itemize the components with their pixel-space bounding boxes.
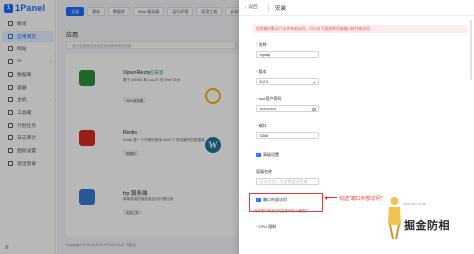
header-divider: [268, 5, 269, 11]
scrollbar[interactable]: [470, 20, 472, 80]
advanced-settings-label: 高级设置: [263, 152, 279, 157]
install-drawer: ‹ 返回 安装 应用端口默认只允许本机访问，可以在下面选择开放端口给外部访问 *…: [239, 0, 474, 254]
name-label: *名称: [256, 42, 267, 47]
advanced-settings-checkbox[interactable]: ✓ 高级设置: [256, 152, 279, 158]
root-password-input[interactable]: ••••••••••••: [256, 105, 319, 112]
container-name-input[interactable]: 可以为空，为空将自动生成: [256, 178, 319, 185]
watermark-subtext: xyyooo.com: [403, 201, 427, 206]
name-input[interactable]: mysql: [256, 51, 319, 58]
back-button[interactable]: ‹ 返回: [245, 4, 258, 10]
annotation-text: 勾选"端口外部访问": [339, 196, 383, 202]
watermark-text: 掘金防相: [404, 219, 450, 232]
version-select[interactable]: 8.2.0 ▼: [256, 78, 319, 85]
port-input[interactable]: 3306: [256, 132, 319, 139]
root-password-label: *root用户密码: [256, 96, 282, 101]
back-label: 返回: [248, 4, 258, 9]
container-name-label: 容器名称: [256, 169, 272, 174]
version-value: 8.2.0: [259, 79, 269, 84]
drawer-header: ‹ 返回 安装: [239, 0, 474, 16]
highlight-box: [249, 193, 323, 212]
checkbox-checked-icon: ✓: [256, 152, 261, 158]
cpu-limit-label: *CPU 限制: [256, 224, 277, 229]
port-label: *端口: [256, 123, 267, 128]
chevron-down-icon: ▼: [312, 80, 316, 85]
port-warning-alert: 应用端口默认只允许本机访问，可以在下面选择开放端口给外部访问: [253, 25, 468, 33]
password-value: ••••••••••••: [259, 106, 277, 111]
eye-icon[interactable]: [312, 107, 316, 111]
arrow-left-annotation-icon: [324, 195, 337, 200]
version-label: *版本: [256, 69, 267, 74]
drawer-title: 安装: [275, 5, 287, 12]
arrow-left-icon: ‹: [245, 4, 247, 10]
watermark-figure-icon: [388, 197, 401, 240]
